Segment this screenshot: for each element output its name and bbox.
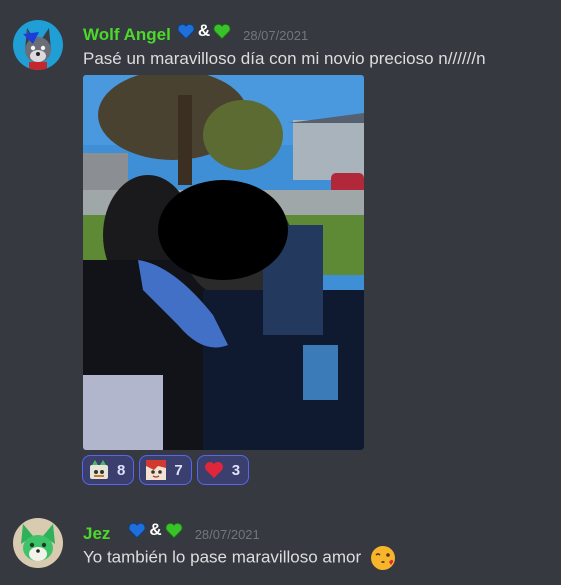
timestamp: 28/07/2021 [243,27,309,43]
sticker-emoji-icon [90,460,108,479]
green-heart-icon [213,23,231,39]
green-heart-icon [165,522,183,538]
face-blowing-kiss-icon [370,546,395,570]
message-text-content: Yo también lo pase maravilloso amor [83,547,362,567]
reaction-2[interactable]: 7 [139,455,192,485]
user-badges: & [177,21,231,41]
reaction-count: 8 [117,461,126,479]
message-1: Wolf Angel & 28/07/2021 Pasé un maravill… [0,0,561,495]
reaction-3[interactable]: 3 [196,455,250,485]
blue-heart-icon [177,23,195,39]
photo-attachment[interactable] [83,75,364,450]
anime-emoji-icon [146,460,167,480]
username[interactable]: Jez [83,524,110,544]
message-2: Jez & 28/07/2021 Yo también lo pase mara… [0,505,561,585]
message-text: Pasé un maravilloso día con mi novio pre… [83,49,486,68]
user-badges: & [128,520,183,540]
blue-heart-icon [128,522,146,538]
username[interactable]: Wolf Angel [83,25,171,45]
red-heart-icon [204,462,223,478]
badge-separator: & [149,520,162,539]
reaction-1[interactable]: 8 [82,455,135,485]
green-fox-avatar-icon[interactable] [13,518,63,568]
message-text: Yo también lo pase maravilloso amor [83,545,396,571]
reaction-count: 7 [174,461,183,479]
timestamp: 28/07/2021 [194,526,260,542]
reactions-bar: 8 7 3 [82,455,250,485]
badge-separator: & [197,21,211,40]
reaction-count: 3 [231,461,241,479]
wolf-avatar-icon[interactable] [13,20,63,70]
